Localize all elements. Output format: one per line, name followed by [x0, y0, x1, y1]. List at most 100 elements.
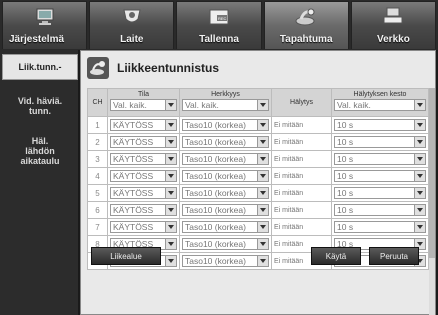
sensitivity-select[interactable]: Taso10 (korkea) [182, 136, 269, 148]
table-row: 2 KÄYTÖSS Taso10 (korkea) Ei mitään 10 s [87, 133, 429, 151]
alarm-cell[interactable]: Ei mitään [271, 201, 332, 219]
alarm-cell[interactable]: Ei mitään [271, 133, 332, 151]
sidebar-item-label-line3: aikataulu [20, 156, 60, 166]
cancel-button[interactable]: Peruuta [369, 247, 419, 265]
mode-select[interactable]: KÄYTÖSS [110, 119, 177, 131]
camera-icon [123, 9, 141, 23]
table-scrollbar[interactable] [429, 88, 435, 315]
sensitivity-cell: Taso10 (korkea) [179, 167, 272, 185]
sidebar-item-alarm-schedule[interactable]: Häl. lähdön aikataulu [2, 132, 78, 170]
sensitivity-select[interactable]: Taso10 (korkea) [182, 153, 269, 165]
tab-network[interactable]: Verkko [350, 1, 437, 49]
duration-select[interactable]: 10 s [334, 119, 426, 131]
chevron-down-icon [257, 188, 268, 198]
channel-number: 7 [87, 218, 108, 236]
column-header-alarm: Hälytys [271, 88, 332, 117]
sidebar-item-label-line2: lähdön [25, 146, 55, 156]
table-row: 3 KÄYTÖSS Taso10 (korkea) Ei mitään 10 s [87, 150, 429, 168]
alarm-cell[interactable]: Ei mitään [271, 150, 332, 168]
chevron-down-icon [257, 222, 268, 232]
sidebar-item-label: Liik.tunn.- [18, 62, 62, 72]
duration-select[interactable]: 10 s [334, 204, 426, 216]
chevron-down-icon [165, 120, 176, 130]
network-icon [383, 7, 403, 24]
alarm-cell[interactable]: Ei mitään [271, 218, 332, 236]
mode-select[interactable]: KÄYTÖSS [110, 170, 177, 182]
sensitivity-cell: Taso10 (korkea) [179, 116, 272, 134]
tab-label: Tapahtuma [279, 34, 333, 45]
sensitivity-select[interactable]: Taso10 (korkea) [182, 119, 269, 131]
mode-select[interactable]: KÄYTÖSS [110, 204, 177, 216]
sensitivity-cell: Taso10 (korkea) [179, 133, 272, 151]
tab-record[interactable]: REC Tallenna [176, 1, 262, 49]
alarm-cell[interactable]: Ei mitään [271, 116, 332, 134]
mode-cell: KÄYTÖSS [107, 218, 180, 236]
sensitivity-select[interactable]: Taso10 (korkea) [182, 204, 269, 216]
chevron-down-icon [165, 100, 176, 110]
sidebar-item-label-line1: Vid. häviä. [17, 96, 63, 106]
chevron-down-icon [165, 188, 176, 198]
duration-select-all[interactable]: Val. kaik. [334, 99, 426, 111]
mode-select[interactable]: KÄYTÖSS [110, 136, 177, 148]
duration-cell: 10 s [331, 218, 429, 236]
button-bar: Liikealue Käytä Peruuta [81, 247, 437, 271]
duration-cell: 10 s [331, 133, 429, 151]
sidebar-item-motion-detection[interactable]: Liik.tunn.- [2, 54, 78, 80]
column-header-mode-label: Tila [137, 91, 150, 98]
sensitivity-select[interactable]: Taso10 (korkea) [182, 187, 269, 199]
duration-select[interactable]: 10 s [334, 221, 426, 233]
sensitivity-cell: Taso10 (korkea) [179, 150, 272, 168]
motion-area-button[interactable]: Liikealue [91, 247, 161, 265]
sensitivity-select[interactable]: Taso10 (korkea) [182, 170, 269, 182]
table-row: 6 KÄYTÖSS Taso10 (korkea) Ei mitään 10 s [87, 201, 429, 219]
tab-system[interactable]: Järjestelmä [2, 1, 88, 49]
duration-cell: 10 s [331, 150, 429, 168]
duration-select[interactable]: 10 s [334, 170, 426, 182]
sensitivity-select-all[interactable]: Val. kaik. [182, 99, 269, 111]
mode-select[interactable]: KÄYTÖSS [110, 153, 177, 165]
chevron-down-icon [414, 188, 425, 198]
channel-number: 5 [87, 184, 108, 202]
tab-device[interactable]: Laite [89, 1, 175, 49]
sensitivity-cell: Taso10 (korkea) [179, 184, 272, 202]
column-header-mode: Tila Val. kaik. [107, 88, 180, 117]
duration-cell: 10 s [331, 201, 429, 219]
column-header-duration-label: Hälytyksen kesto [353, 91, 407, 98]
tab-event[interactable]: Tapahtuma [263, 1, 349, 49]
tab-label: Järjestelmä [9, 34, 65, 45]
chevron-down-icon [414, 137, 425, 147]
chevron-down-icon [257, 100, 268, 110]
scrollbar-thumb[interactable] [429, 88, 435, 258]
sidebar-item-label-line2: tunn. [29, 106, 51, 116]
chevron-down-icon [165, 154, 176, 164]
top-menu-bar: Järjestelmä Laite REC Tallenna Tapahtuma… [0, 0, 438, 50]
channel-number: 4 [87, 167, 108, 185]
chevron-down-icon [414, 222, 425, 232]
sensitivity-select[interactable]: Taso10 (korkea) [182, 221, 269, 233]
tab-label: Laite [120, 34, 144, 45]
sensitivity-cell: Taso10 (korkea) [179, 218, 272, 236]
mode-select[interactable]: KÄYTÖSS [110, 187, 177, 199]
mode-cell: KÄYTÖSS [107, 201, 180, 219]
chevron-down-icon [165, 205, 176, 215]
table-row: 1 KÄYTÖSS Taso10 (korkea) Ei mitään 10 s [87, 116, 429, 134]
channel-number: 6 [87, 201, 108, 219]
channel-number: 2 [87, 133, 108, 151]
panel-header: Liikkeentunnistus [87, 57, 219, 79]
chevron-down-icon [257, 137, 268, 147]
duration-select[interactable]: 10 s [334, 187, 426, 199]
motion-detection-icon [87, 57, 109, 79]
svg-text:REC: REC [218, 16, 227, 21]
main-panel: Liikkeentunnistus CH Tila Val. kaik. Her… [80, 50, 436, 315]
mode-select[interactable]: KÄYTÖSS [110, 221, 177, 233]
duration-select[interactable]: 10 s [334, 136, 426, 148]
alarm-cell[interactable]: Ei mitään [271, 184, 332, 202]
sidebar-item-video-loss[interactable]: Vid. häviä. tunn. [2, 92, 78, 120]
alarm-cell[interactable]: Ei mitään [271, 167, 332, 185]
chevron-down-icon [414, 205, 425, 215]
sidebar-item-label-line1: Häl. [31, 136, 49, 146]
duration-select[interactable]: 10 s [334, 153, 426, 165]
mode-cell: KÄYTÖSS [107, 133, 180, 151]
apply-button[interactable]: Käytä [311, 247, 361, 265]
mode-select-all[interactable]: Val. kaik. [110, 99, 177, 111]
